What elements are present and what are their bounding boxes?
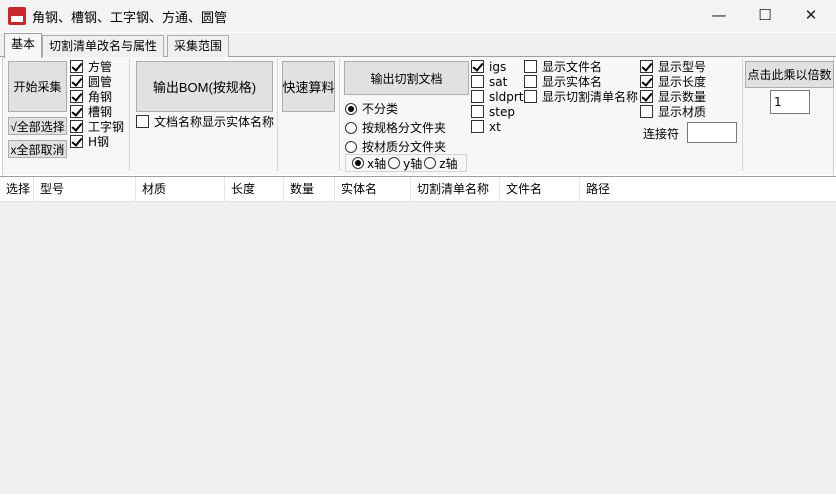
format-sldprt[interactable]: sldprt: [471, 89, 523, 104]
radio[interactable]: [345, 121, 357, 134]
column-header-material[interactable]: 材质: [136, 177, 225, 202]
checkbox[interactable]: [640, 90, 653, 103]
tab-cutlist-rename[interactable]: 切割清单改名与属性: [42, 35, 165, 57]
radio[interactable]: [345, 102, 357, 115]
multiplier-input[interactable]: 1: [770, 90, 810, 114]
column-header-model[interactable]: 型号: [34, 177, 136, 202]
axis-x[interactable]: x轴: [352, 156, 386, 171]
connector-input[interactable]: [687, 122, 737, 143]
select-all-button[interactable]: √全部选择: [8, 117, 67, 135]
column-header-length[interactable]: 长度: [225, 177, 284, 202]
format-xt[interactable]: xt: [471, 119, 523, 134]
show-material[interactable]: 显示材质: [640, 104, 706, 119]
classify-none[interactable]: 不分类: [345, 99, 446, 118]
show-cutlist-name[interactable]: 显示切割清单名称: [524, 89, 638, 104]
column-header-cutlist-name[interactable]: 切割清单名称: [411, 177, 500, 202]
profile-type-group: 方管 圆管 角钢 槽钢 工字钢 H钢: [70, 59, 124, 149]
format-step[interactable]: step: [471, 104, 523, 119]
quick-calc-button[interactable]: 快速算料: [282, 61, 335, 112]
divider: [277, 59, 278, 171]
close-button[interactable]: ✕: [788, 0, 834, 32]
display-options-left: 显示文件名 显示实体名 显示切割清单名称: [524, 59, 638, 104]
column-header-quantity[interactable]: 数量: [284, 177, 335, 202]
checkbox[interactable]: [70, 120, 83, 133]
checkbox[interactable]: [70, 105, 83, 118]
radio[interactable]: [345, 140, 357, 153]
column-header-file-name[interactable]: 文件名: [500, 177, 580, 202]
axis-y[interactable]: y轴: [388, 156, 422, 171]
start-collect-button[interactable]: 开始采集: [8, 61, 67, 112]
window-title: 角钢、槽钢、工字钢、方通、圆管: [32, 11, 228, 26]
axis-z[interactable]: z轴: [424, 156, 458, 171]
deselect-all-button[interactable]: x全部取消: [8, 140, 67, 158]
checkbox[interactable]: [70, 90, 83, 103]
profile-round-tube[interactable]: 圆管: [70, 74, 124, 89]
title-bar: 角钢、槽钢、工字钢、方通、圆管 — ☐ ✕: [0, 0, 836, 32]
checkbox[interactable]: [524, 90, 537, 103]
column-header-path[interactable]: 路径: [580, 177, 836, 202]
checkbox[interactable]: [471, 120, 484, 133]
export-format-group: igs sat sldprt step xt: [471, 59, 523, 134]
export-bom-button[interactable]: 输出BOM(按规格): [136, 61, 273, 112]
profile-square-tube[interactable]: 方管: [70, 59, 124, 74]
checkbox[interactable]: [70, 60, 83, 73]
divider: [742, 59, 743, 171]
checkbox[interactable]: [640, 60, 653, 73]
classify-radio-group: 不分类 按规格分文件夹 按材质分文件夹: [345, 99, 446, 156]
checkbox[interactable]: [70, 75, 83, 88]
axis-radio-group: x轴 y轴 z轴: [345, 154, 467, 172]
checkbox[interactable]: [471, 75, 484, 88]
profile-i-beam[interactable]: 工字钢: [70, 119, 124, 134]
profile-h-beam[interactable]: H钢: [70, 134, 124, 149]
tab-strip: 基本 切割清单改名与属性 采集范围: [0, 33, 836, 58]
show-model[interactable]: 显示型号: [640, 59, 706, 74]
checkbox[interactable]: [640, 75, 653, 88]
multiply-button[interactable]: 点击此乘以倍数: [745, 61, 834, 88]
classify-by-spec[interactable]: 按规格分文件夹: [345, 118, 446, 137]
checkbox[interactable]: [471, 90, 484, 103]
radio[interactable]: [388, 157, 401, 169]
table-header: 选择 型号 材质 长度 数量 实体名 切割清单名称 文件名 路径: [0, 177, 836, 202]
maximize-button[interactable]: ☐: [742, 0, 788, 32]
tab-basic[interactable]: 基本: [4, 33, 43, 58]
checkbox[interactable]: [136, 115, 149, 128]
show-length[interactable]: 显示长度: [640, 74, 706, 89]
format-sat[interactable]: sat: [471, 74, 523, 89]
profile-angle-steel[interactable]: 角钢: [70, 89, 124, 104]
result-table: 选择 型号 材质 长度 数量 实体名 切割清单名称 文件名 路径: [0, 176, 836, 494]
show-quantity[interactable]: 显示数量: [640, 89, 706, 104]
format-igs[interactable]: igs: [471, 59, 523, 74]
checkbox[interactable]: [524, 75, 537, 88]
column-header-select[interactable]: 选择: [0, 177, 34, 202]
show-file-name[interactable]: 显示文件名: [524, 59, 638, 74]
app-icon: [8, 7, 26, 25]
checkbox[interactable]: [524, 60, 537, 73]
connector-label: 连接符: [643, 127, 680, 141]
divider: [339, 59, 340, 171]
export-cutlist-button[interactable]: 输出切割文档: [344, 61, 469, 95]
display-options-right: 显示型号 显示长度 显示数量 显示材质: [640, 59, 706, 119]
options-panel: 开始采集 √全部选择 x全部取消 方管 圆管 角钢 槽钢 工字钢 H钢 输出BO…: [2, 57, 834, 175]
checkbox[interactable]: [70, 135, 83, 148]
radio[interactable]: [352, 157, 364, 169]
checkbox[interactable]: [471, 60, 484, 73]
show-entity-name[interactable]: 显示实体名: [524, 74, 638, 89]
checkbox[interactable]: [471, 105, 484, 118]
minimize-button[interactable]: —: [696, 0, 742, 32]
checkbox[interactable]: [640, 105, 653, 118]
radio[interactable]: [424, 157, 437, 169]
profile-channel-steel[interactable]: 槽钢: [70, 104, 124, 119]
tab-collect-range[interactable]: 采集范围: [167, 35, 230, 57]
divider: [129, 59, 130, 171]
column-header-entity-name[interactable]: 实体名: [335, 177, 411, 202]
doc-name-entity-option[interactable]: 文档名称显示实体名称: [136, 114, 274, 129]
